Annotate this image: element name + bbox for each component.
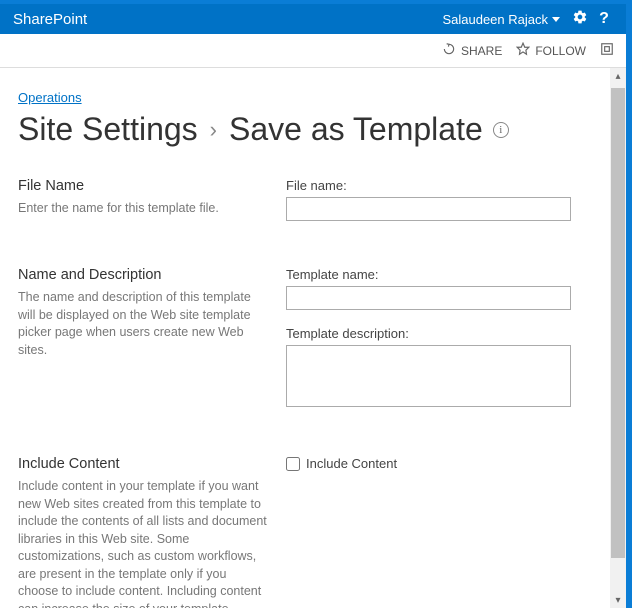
settings-button[interactable] <box>568 9 592 30</box>
star-icon <box>516 42 530 59</box>
page-content: Operations Site Settings › Save as Templ… <box>0 68 610 608</box>
follow-label: FOLLOW <box>535 44 586 58</box>
breadcrumb-operations[interactable]: Operations <box>18 90 82 105</box>
info-icon[interactable]: i <box>493 122 509 138</box>
section-desc: Enter the name for this template file. <box>18 200 268 218</box>
section-filename: File Name Enter the name for this templa… <box>18 178 584 237</box>
file-name-input[interactable] <box>286 197 571 221</box>
section-desc: The name and description of this templat… <box>18 289 268 359</box>
user-name: Salaudeen Rajack <box>442 12 548 27</box>
include-content-checkbox[interactable] <box>286 457 300 471</box>
share-icon <box>442 42 456 59</box>
focus-button[interactable] <box>600 42 614 59</box>
share-button[interactable]: SHARE <box>442 42 502 59</box>
section-desc: Include content in your template if you … <box>18 478 268 608</box>
template-name-input[interactable] <box>286 286 571 310</box>
page-title: Site Settings › Save as Template i <box>18 111 584 148</box>
gear-icon <box>572 12 588 29</box>
caret-down-icon <box>552 17 560 22</box>
section-title: Name and Description <box>18 267 268 283</box>
chevron-right-icon: › <box>208 117 219 143</box>
brand-label: SharePoint <box>10 11 442 28</box>
scroll-thumb[interactable] <box>611 88 625 558</box>
focus-icon <box>600 42 614 59</box>
title-main: Site Settings <box>18 111 198 148</box>
template-name-label: Template name: <box>286 267 584 282</box>
section-title: Include Content <box>18 456 268 472</box>
section-name-description: Name and Description The name and descri… <box>18 267 584 426</box>
suite-bar: SharePoint Salaudeen Rajack ? <box>0 4 626 34</box>
help-icon: ? <box>599 10 609 27</box>
section-title: File Name <box>18 178 268 194</box>
template-desc-input[interactable] <box>286 345 571 407</box>
user-menu[interactable]: Salaudeen Rajack <box>442 12 568 27</box>
vertical-scrollbar[interactable]: ▴ ▾ <box>610 68 626 608</box>
share-label: SHARE <box>461 44 502 58</box>
template-desc-label: Template description: <box>286 326 584 341</box>
scroll-down-icon[interactable]: ▾ <box>610 592 626 608</box>
section-include-content: Include Content Include content in your … <box>18 456 584 608</box>
include-content-label: Include Content <box>306 456 397 471</box>
file-name-label: File name: <box>286 178 584 193</box>
scroll-up-icon[interactable]: ▴ <box>610 68 626 84</box>
ribbon: SHARE FOLLOW <box>0 34 626 68</box>
help-button[interactable]: ? <box>592 10 616 28</box>
follow-button[interactable]: FOLLOW <box>516 42 586 59</box>
title-sub: Save as Template <box>229 111 483 148</box>
